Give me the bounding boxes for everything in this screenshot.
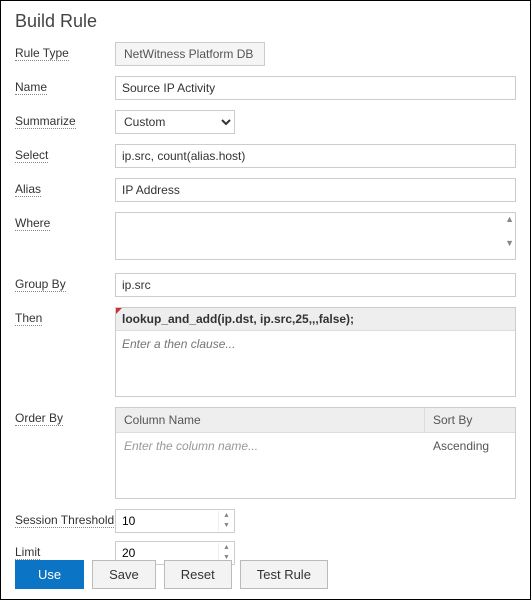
then-box: lookup_and_add(ip.dst, ip.src,25,,,false… [115,307,516,397]
spinner-up-icon[interactable]: ▲ [219,543,234,553]
select-input[interactable] [115,144,516,168]
session-threshold-label: Session Threshold [15,513,114,528]
spinner-down-icon[interactable]: ▼ [219,521,234,531]
name-input[interactable] [115,76,516,100]
select-label: Select [15,148,48,163]
where-label: Where [15,216,50,231]
session-threshold-spinner[interactable]: ▲ ▼ [115,509,235,533]
orderby-grid: Column Name Sort By Enter the column nam… [115,407,516,499]
reset-button[interactable]: Reset [164,560,232,589]
rule-type-value: NetWitness Platform DB [115,42,265,66]
alias-input[interactable] [115,178,516,202]
name-label: Name [15,80,47,95]
button-bar: Use Save Reset Test Rule [15,560,328,589]
groupby-input[interactable] [115,273,516,297]
groupby-label: Group By [15,277,66,292]
summarize-select[interactable]: Custom [115,110,235,134]
orderby-col-name-header: Column Name [116,408,425,432]
orderby-sortby-header: Sort By [425,408,515,432]
spinner-up-icon[interactable]: ▲ [219,511,234,521]
then-clause-input[interactable] [122,337,509,351]
save-button[interactable]: Save [92,560,156,589]
page-title: Build Rule [15,11,516,32]
session-threshold-input[interactable] [116,514,218,528]
limit-input[interactable] [116,546,218,560]
then-label: Then [15,311,42,326]
then-clause-header[interactable]: lookup_and_add(ip.dst, ip.src,25,,,false… [116,308,515,331]
build-rule-panel: Build Rule Rule Type NetWitness Platform… [0,0,531,600]
orderby-sort-value[interactable]: Ascending [425,433,515,459]
alias-label: Alias [15,182,41,197]
orderby-label: Order By [15,411,63,426]
orderby-col-placeholder[interactable]: Enter the column name... [116,433,425,459]
test-rule-button[interactable]: Test Rule [240,560,328,589]
table-row[interactable]: Enter the column name... Ascending [116,433,515,459]
use-button[interactable]: Use [15,560,84,589]
rule-type-label: Rule Type [15,46,69,61]
summarize-label: Summarize [15,114,76,129]
where-input[interactable] [115,212,516,260]
limit-label: Limit [15,545,40,560]
